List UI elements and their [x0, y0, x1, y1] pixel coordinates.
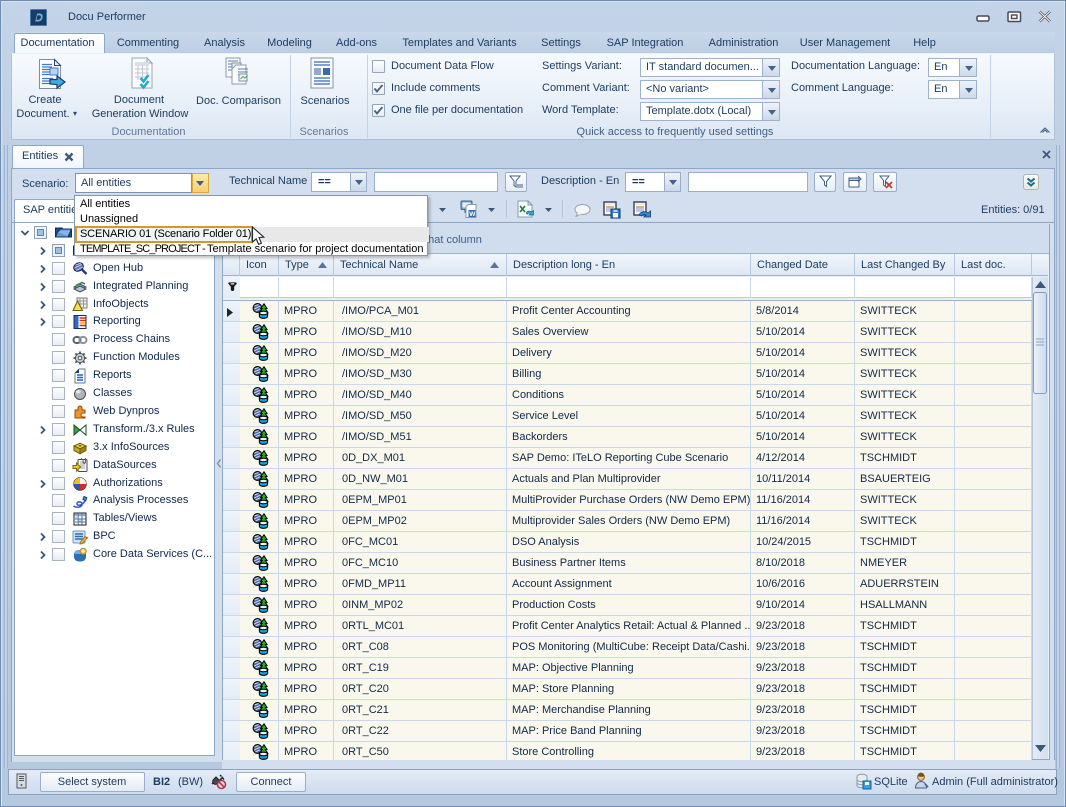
svg-text:W: W [469, 211, 476, 218]
